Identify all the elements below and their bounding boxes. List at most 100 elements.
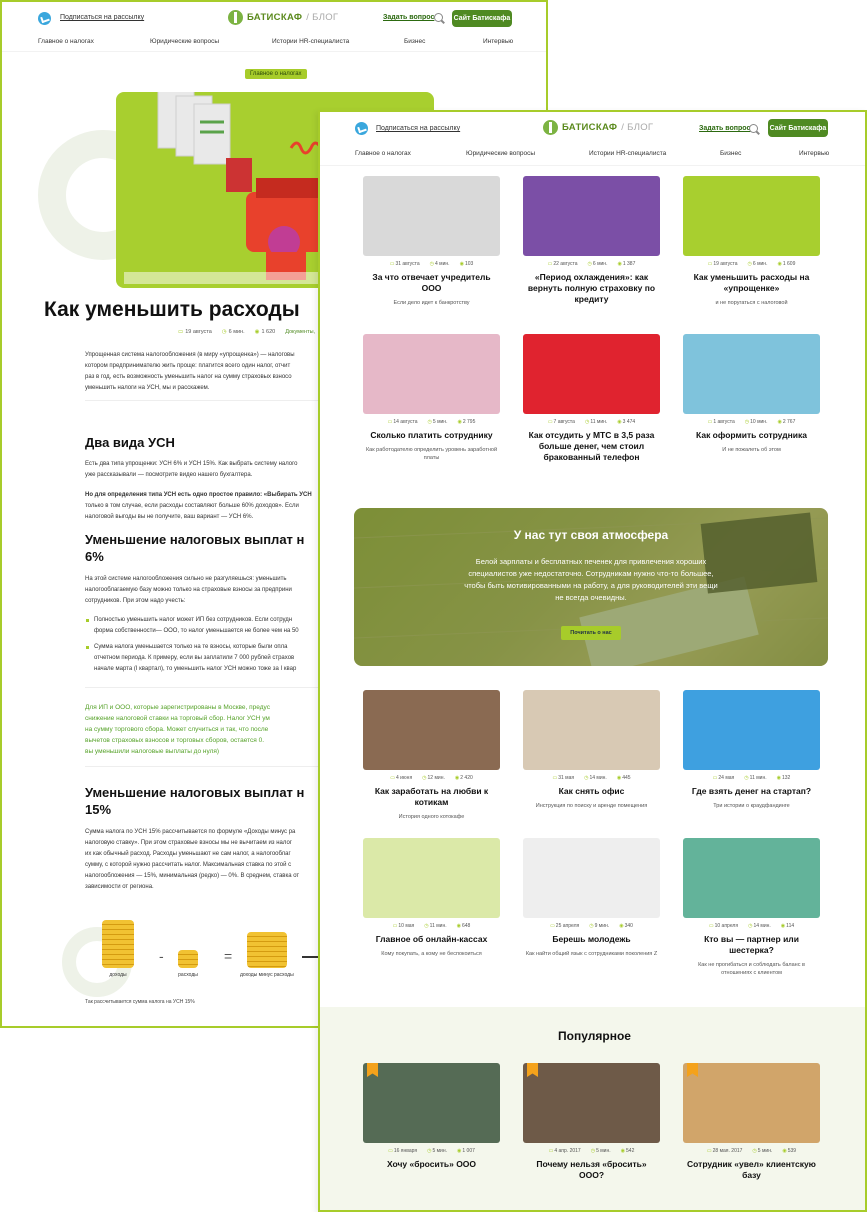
nav-interview[interactable]: Интервью xyxy=(799,150,829,157)
article-thumbnail[interactable] xyxy=(523,690,660,770)
card-description: Как не прогибаться и соблюдать баланс в … xyxy=(698,962,805,976)
logo-blog: / БЛОГ xyxy=(621,122,654,133)
card-meta: ▭24 мая ◷11 мин. ◉132 xyxy=(712,775,791,781)
atmosphere-banner: У нас тут своя атмосфера Белой зарплаты … xyxy=(354,508,828,666)
article-thumbnail[interactable] xyxy=(683,838,820,918)
article-card[interactable]: ▭10 апреля ◷14 мин. ◉114 Кто вы — партнер и… xyxy=(683,838,820,977)
card-meta: ▭4 июня ◷12 мин. ◉2 420 xyxy=(390,775,473,781)
popular-card[interactable]: ▭4 апр. 2017 ◷5 мин. ◉542 Почему нельзя «бр… xyxy=(523,1063,660,1181)
telegram-icon[interactable] xyxy=(355,122,368,135)
article-card[interactable]: ▭7 августа ◷11 мин. ◉3 474 Как отсудить у М… xyxy=(523,334,660,468)
card-title[interactable]: «Период охлаждения»: как вернуть полную … xyxy=(523,272,660,305)
category-chip[interactable]: Главное о налогах xyxy=(245,69,307,79)
article-thumbnail[interactable] xyxy=(683,334,820,414)
card-title[interactable]: Главное об онлайн-кассах xyxy=(363,934,500,945)
card-description: Как найти общий язык с сотрудниками поко… xyxy=(525,951,658,957)
types-paragraph: Есть два типа упрощенки: УСН 6% и УСН 15… xyxy=(85,461,298,478)
article-thumbnail[interactable] xyxy=(363,1063,500,1143)
blog-list-window: Подписаться на рассылку БАТИСКАФ / БЛОГ … xyxy=(318,110,867,1212)
nav-business[interactable]: Бизнес xyxy=(404,38,425,45)
card-title[interactable]: Как снять офис xyxy=(523,786,660,797)
article-thumbnail[interactable] xyxy=(523,334,660,414)
card-title[interactable]: Как уменьшить расходы на «упрощенке» xyxy=(683,272,820,294)
card-title[interactable]: Берешь молодежь xyxy=(523,934,660,945)
article-thumbnail[interactable] xyxy=(363,334,500,414)
main-nav: Главное о налогах Юридические вопросы Ис… xyxy=(2,34,546,52)
logo-mark-icon xyxy=(543,120,558,135)
article-thumbnail[interactable] xyxy=(363,176,500,256)
nav-taxes[interactable]: Главное о налогах xyxy=(355,150,411,157)
article-card[interactable]: ▭10 мая ◷11 мин. ◉648 Главное об онлайн-кас… xyxy=(363,838,500,958)
article-card[interactable]: ▭1 августа ◷10 мин. ◉2 767 Как оформить сот… xyxy=(683,334,820,454)
article-thumbnail[interactable] xyxy=(523,1063,660,1143)
nav-interview[interactable]: Интервью xyxy=(483,38,513,45)
card-title[interactable]: Почему нельзя «бросить» ООО? xyxy=(523,1159,660,1181)
card-meta: ▭25 апреля ◷9 мин. ◉340 xyxy=(550,923,633,929)
coins-income: доходы xyxy=(102,920,134,978)
card-description: Как работодателю определить уровень зара… xyxy=(365,447,498,461)
subscribe-link[interactable]: Подписаться на рассылку xyxy=(376,125,460,132)
card-title[interactable]: Хочу «бросить» ООО xyxy=(363,1159,500,1170)
star-badge-icon xyxy=(527,1063,538,1077)
search-icon[interactable] xyxy=(434,13,443,22)
article-thumbnail[interactable] xyxy=(683,1063,820,1143)
article-title: Как уменьшить расходы xyxy=(44,298,300,321)
article-card[interactable]: ▭24 мая ◷11 мин. ◉132 Где взять денег на ст… xyxy=(683,690,820,810)
six-paragraph: На этой системе налогообложения сильно н… xyxy=(85,576,292,604)
banner-title: У нас тут своя атмосфера xyxy=(513,528,669,542)
popular-card[interactable]: ▭28 мая. 2017 ◷5 мин. ◉539 Сотрудник «увел»… xyxy=(683,1063,820,1181)
subscribe-link[interactable]: Подписаться на рассылку xyxy=(60,14,144,21)
card-title[interactable]: Как заработать на любви к котикам xyxy=(363,786,500,808)
logo[interactable]: БАТИСКАФ / БЛОГ xyxy=(228,10,338,25)
card-title[interactable]: Где взять денег на стартап? xyxy=(683,786,820,797)
nav-taxes[interactable]: Главное о налогах xyxy=(38,38,94,45)
meta-views: ◉ 1 620 xyxy=(254,329,276,335)
article-card[interactable]: ▭25 апреля ◷9 мин. ◉340 Берешь молодежь Как … xyxy=(523,838,660,958)
meta-read: ◷ 6 мин. xyxy=(221,329,245,335)
site-button[interactable]: Сайт Батискафа xyxy=(452,10,512,27)
search-icon[interactable] xyxy=(749,124,758,133)
article-card[interactable]: ▭19 августа ◷6 мин. ◉1 609 Как уменьшить ра… xyxy=(683,176,820,307)
article-thumbnail[interactable] xyxy=(363,838,500,918)
article-card[interactable]: ▭31 мая ◷14 мин. ◉445 Как снять офис Инструк… xyxy=(523,690,660,810)
card-meta: ▭16 января ◷5 мин. ◉1 007 xyxy=(388,1148,475,1154)
article-thumbnail[interactable] xyxy=(523,176,660,256)
card-title[interactable]: За что отвечает учредитель ООО xyxy=(363,272,500,294)
read-about-us-button[interactable]: Почитать о нас xyxy=(561,626,621,640)
logo-blog: / БЛОГ xyxy=(306,12,339,23)
telegram-icon[interactable] xyxy=(38,12,51,25)
article-thumbnail[interactable] xyxy=(523,838,660,918)
article-card[interactable]: ▭31 августа ◷4 мин. ◉103 За что отвечает уч… xyxy=(363,176,500,307)
ask-question-link[interactable]: Задать вопрос xyxy=(699,125,750,132)
card-meta: ▭28 мая. 2017 ◷5 мин. ◉539 xyxy=(706,1148,797,1154)
nav-legal[interactable]: Юридические вопросы xyxy=(150,38,219,45)
meta-docs[interactable]: Документы, xyxy=(285,329,315,335)
article-card[interactable]: ▭22 августа ◷6 мин. ◉1 387 «Период охлажден… xyxy=(523,176,660,310)
ask-question-link[interactable]: Задать вопрос xyxy=(383,14,434,21)
article-thumbnail[interactable] xyxy=(363,690,500,770)
list-item: Полностью уменьшить налог может ИП без с… xyxy=(86,615,299,637)
article-thumbnail[interactable] xyxy=(683,176,820,256)
card-meta: ▭4 апр. 2017 ◷5 мин. ◉542 xyxy=(548,1148,635,1154)
section-heading-6: Уменьшение налоговых выплат н 6% xyxy=(85,532,305,564)
nav-legal[interactable]: Юридические вопросы xyxy=(466,150,535,157)
top-bar: Подписаться на рассылку БАТИСКАФ / БЛОГ … xyxy=(320,112,865,144)
nav-hr[interactable]: Истории HR-специалиста xyxy=(272,38,349,45)
card-title[interactable]: Как оформить сотрудника xyxy=(683,430,820,441)
card-title[interactable]: Сотрудник «увел» клиентскую базу xyxy=(683,1159,820,1181)
card-description: Кому покупать, а кому не беспокоиться xyxy=(381,951,482,957)
logo[interactable]: БАТИСКАФ / БЛОГ xyxy=(543,120,653,135)
nav-hr[interactable]: Истории HR-специалиста xyxy=(589,150,666,157)
card-title[interactable]: Кто вы — партнер или шестерка? xyxy=(683,934,820,956)
equals-sign: = xyxy=(224,948,233,964)
nav-business[interactable]: Бизнес xyxy=(720,150,741,157)
card-title[interactable]: Как отсудить у МТС в 3,5 раза больше ден… xyxy=(523,430,660,463)
article-thumbnail[interactable] xyxy=(683,690,820,770)
popular-card[interactable]: ▭16 января ◷5 мин. ◉1 007 Хочу «бросить» ОО… xyxy=(363,1063,500,1170)
site-button[interactable]: Сайт Батискафа xyxy=(768,119,828,137)
card-title[interactable]: Сколько платить сотруднику xyxy=(363,430,500,441)
article-card[interactable]: ▭14 августа ◷5 мин. ◉2 795 Сколько платить … xyxy=(363,334,500,462)
article-card[interactable]: ▭4 июня ◷12 мин. ◉2 420 Как заработать на л… xyxy=(363,690,500,821)
card-description: и не поругаться с налоговой xyxy=(715,300,788,306)
star-badge-icon xyxy=(367,1063,378,1077)
